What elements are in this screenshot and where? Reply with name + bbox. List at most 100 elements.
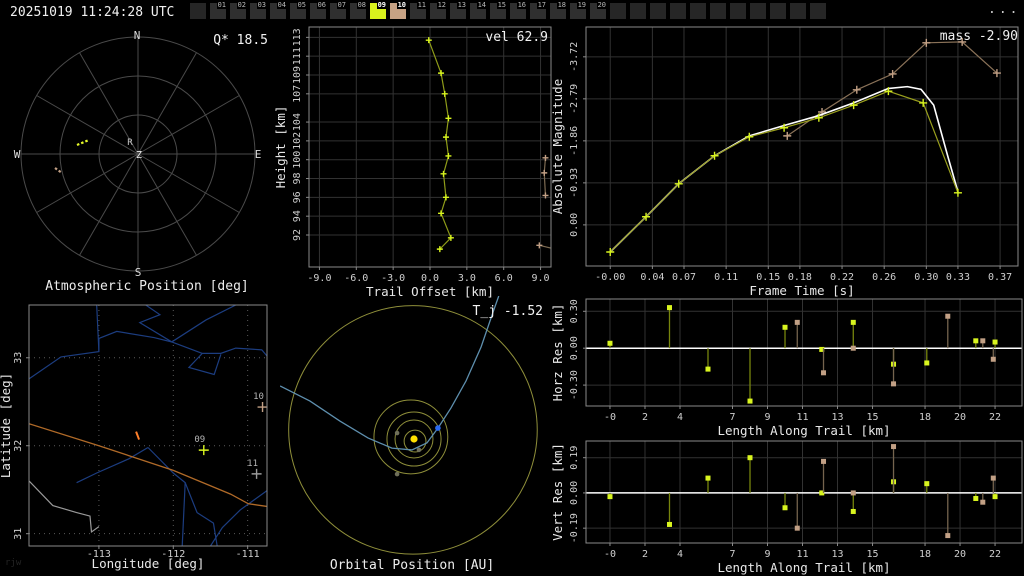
meteor-analysis-dashboard: 20251019 11:24:28 UTC 01 02 03 04 05 06 07 08 09… xyxy=(0,0,1024,576)
svg-text:22: 22 xyxy=(989,412,1001,423)
svg-text:E: E xyxy=(255,148,262,161)
svg-text:31: 31 xyxy=(13,528,24,540)
svg-text:4: 4 xyxy=(677,549,683,560)
svg-text:0.22: 0.22 xyxy=(830,272,854,283)
svg-text:11: 11 xyxy=(796,412,808,423)
svg-text:0.11: 0.11 xyxy=(714,272,738,283)
svg-text:-0.30: -0.30 xyxy=(569,370,580,400)
svg-text:Longitude [deg]: Longitude [deg] xyxy=(92,556,205,571)
svg-text:2: 2 xyxy=(642,549,648,560)
svg-text:92: 92 xyxy=(292,229,303,241)
svg-text:7: 7 xyxy=(729,412,735,423)
svg-text:-111: -111 xyxy=(236,549,260,560)
svg-text:0.15: 0.15 xyxy=(756,272,780,283)
atmospheric-panel-title: Atmospheric Position [deg] xyxy=(45,279,249,294)
orbital-panel-title: Orbital Position [AU] xyxy=(329,558,495,573)
svg-text:9.0: 9.0 xyxy=(532,273,550,284)
svg-text:11: 11 xyxy=(796,549,808,560)
sun-dot xyxy=(410,435,418,443)
svg-text:0.19: 0.19 xyxy=(569,446,580,470)
svg-text:-2.79: -2.79 xyxy=(569,84,580,114)
svg-text:-3.72: -3.72 xyxy=(569,42,580,72)
svg-text:0.00: 0.00 xyxy=(569,481,580,505)
svg-text:13: 13 xyxy=(831,549,843,560)
svg-text:S: S xyxy=(135,266,142,279)
velocity-annotation: vel 62.9 xyxy=(485,30,548,45)
svg-text:-0.19: -0.19 xyxy=(569,513,580,543)
svg-text:18: 18 xyxy=(919,412,931,423)
svg-text:0.0: 0.0 xyxy=(421,273,439,284)
svg-text:-1.86: -1.86 xyxy=(569,126,580,156)
svg-text:15: 15 xyxy=(867,412,879,423)
earth-dot xyxy=(435,425,441,431)
svg-text:-0: -0 xyxy=(604,549,616,560)
svg-text:107: 107 xyxy=(292,85,303,103)
svg-text:4: 4 xyxy=(677,412,683,423)
svg-text:6.0: 6.0 xyxy=(495,273,513,284)
svg-text:3.0: 3.0 xyxy=(458,273,476,284)
svg-text:32: 32 xyxy=(13,440,24,452)
svg-text:0.30: 0.30 xyxy=(914,272,938,283)
venus-dot xyxy=(394,430,400,436)
svg-text:-6.0: -6.0 xyxy=(344,273,368,284)
svg-text:18: 18 xyxy=(919,549,931,560)
station-marker-09: 09 xyxy=(194,435,209,456)
svg-text:09: 09 xyxy=(194,435,205,445)
chart-trail: -9.0 -6.0 -3.0 0.0 3.0 6.0 9.09294969810010210… xyxy=(273,26,552,299)
svg-text:113: 113 xyxy=(292,28,303,46)
svg-text:Absolute Magnitude: Absolute Magnitude xyxy=(550,79,565,214)
svg-text:0.30: 0.30 xyxy=(569,299,580,323)
svg-text:9: 9 xyxy=(764,412,770,423)
chart-orbital xyxy=(280,296,538,555)
svg-text:0.26: 0.26 xyxy=(872,272,896,283)
svg-text:98: 98 xyxy=(292,173,303,185)
station-marker-10: 10 xyxy=(253,392,268,413)
svg-text:Height [km]: Height [km] xyxy=(273,106,288,189)
svg-text:96: 96 xyxy=(292,191,303,203)
svg-text:-3.0: -3.0 xyxy=(381,273,405,284)
svg-text:100: 100 xyxy=(292,151,303,169)
svg-text:0.00: 0.00 xyxy=(569,336,580,360)
svg-text:33: 33 xyxy=(13,352,24,364)
svg-text:20: 20 xyxy=(954,412,966,423)
svg-text:10: 10 xyxy=(253,392,264,402)
svg-text:2: 2 xyxy=(642,412,648,423)
chart-magnitude: -0.00 0.04 0.07 0.11 0.15 0.18 0.22 0.26 0.30 0.3… xyxy=(550,26,1019,298)
svg-text:Vert Res [km]: Vert Res [km] xyxy=(550,443,565,541)
svg-text:W: W xyxy=(14,148,21,161)
tisserand-annotation: T_j -1.52 xyxy=(472,304,543,319)
svg-text:7: 7 xyxy=(729,549,735,560)
svg-text:111: 111 xyxy=(292,47,303,65)
svg-text:Horz Res [km]: Horz Res [km] xyxy=(550,304,565,402)
svg-text:0.37: 0.37 xyxy=(988,272,1012,283)
svg-text:Length Along Trail [km]: Length Along Trail [km] xyxy=(717,423,890,438)
svg-text:Length Along Trail [km]: Length Along Trail [km] xyxy=(717,560,890,575)
chart-vert_res: -0 2 4 7 9 11 13 15 18 20 22 0.19 0.00 -0.19 Length Al… xyxy=(550,440,1023,575)
svg-text:0.00: 0.00 xyxy=(569,213,580,237)
chart-horz_res: -0 2 4 7 9 11 13 15 18 20 22 0.30 0.00 -0.30 Length Al… xyxy=(550,298,1023,438)
svg-text:102: 102 xyxy=(292,132,303,150)
station-marker-11: 11 xyxy=(247,459,262,479)
svg-text:R: R xyxy=(127,138,133,148)
mars-dot xyxy=(394,471,400,477)
svg-text:9: 9 xyxy=(764,549,770,560)
mercury-dot xyxy=(416,447,422,453)
svg-text:11: 11 xyxy=(247,459,258,469)
svg-text:Z: Z xyxy=(136,150,142,161)
svg-text:-9.0: -9.0 xyxy=(307,273,331,284)
watermark: rjw xyxy=(5,558,22,568)
svg-text:20: 20 xyxy=(954,549,966,560)
svg-text:-0: -0 xyxy=(604,412,616,423)
chart-map: 100911-113 -112 -111313233Longitude [deg]L… xyxy=(0,304,268,571)
svg-text:-0.93: -0.93 xyxy=(569,168,580,198)
svg-text:-0.00: -0.00 xyxy=(595,272,625,283)
svg-text:22: 22 xyxy=(989,549,1001,560)
svg-text:Frame Time [s]: Frame Time [s] xyxy=(749,283,854,298)
svg-text:0.07: 0.07 xyxy=(672,272,696,283)
svg-text:0.04: 0.04 xyxy=(640,272,664,283)
panel-atmospheric: NSW EZR xyxy=(14,29,262,279)
mass-annotation: mass -2.90 xyxy=(939,29,1018,44)
svg-text:0.18: 0.18 xyxy=(788,272,812,283)
q-value-annotation: Q* 18.5 xyxy=(213,33,268,48)
svg-text:109: 109 xyxy=(292,66,303,84)
